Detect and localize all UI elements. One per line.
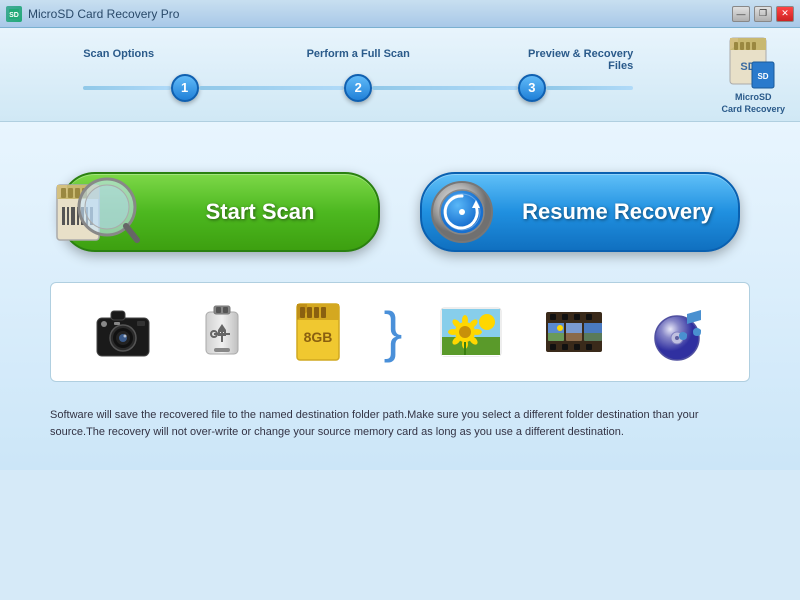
logo-line2: Card Recovery [721,104,785,114]
steps-track: 1 2 3 [83,74,633,102]
scan-icon [52,165,142,255]
step-1-label: Scan Options [83,48,203,72]
window-title: MicroSD Card Recovery Pro [28,7,732,21]
step-node-1: 1 [171,74,199,102]
film-strip-icon [540,298,608,366]
track-line-right [546,86,633,90]
photo-icon [437,298,505,366]
resume-recovery-button[interactable]: Resume Recovery [420,172,740,252]
resume-icon [427,177,497,247]
track-line-mid2 [372,86,518,90]
app-icon: SD [6,6,22,22]
buttons-row: Start Scan [50,172,750,252]
minimize-button[interactable]: — [732,6,750,22]
music-icon [643,298,711,366]
restore-button[interactable]: ❐ [754,6,772,22]
close-button[interactable]: ✕ [776,6,794,22]
svg-text:8GB: 8GB [303,329,332,345]
logo-line1: MicroSD [735,92,772,102]
main-content: Start Scan [0,122,800,470]
step-3-label: Preview & Recovery Files [513,48,633,72]
steps-container: Scan Options Perform a Full Scan Preview… [15,48,701,102]
steps-bar: Scan Options Perform a Full Scan Preview… [0,28,800,122]
start-scan-label: Start Scan [206,199,315,225]
logo-area: SD SD MicroSD Card Recovery [721,34,785,115]
step-node-2: 2 [344,74,372,102]
sd-card-icon: 8GB [287,298,349,366]
window-controls: — ❐ ✕ [732,6,794,22]
svg-text:SD: SD [9,12,19,19]
track-line-mid1 [199,86,345,90]
footer-text: Software will save the recovered file to… [50,407,750,440]
svg-text:SD: SD [758,72,769,81]
bracket-symbol: } [384,304,403,360]
logo-icon: SD SD [724,34,782,92]
usb-drive-icon [192,298,252,366]
camera-icon [89,298,157,366]
step-node-3: 3 [518,74,546,102]
start-scan-button[interactable]: Start Scan [60,172,380,252]
titlebar: SD MicroSD Card Recovery Pro — ❐ ✕ [0,0,800,28]
icons-strip: 8GB } [50,282,750,382]
steps-labels: Scan Options Perform a Full Scan Preview… [83,48,633,72]
resume-recovery-label: Resume Recovery [522,199,713,225]
step-2-label: Perform a Full Scan [298,48,418,72]
track-line-left [83,86,170,90]
